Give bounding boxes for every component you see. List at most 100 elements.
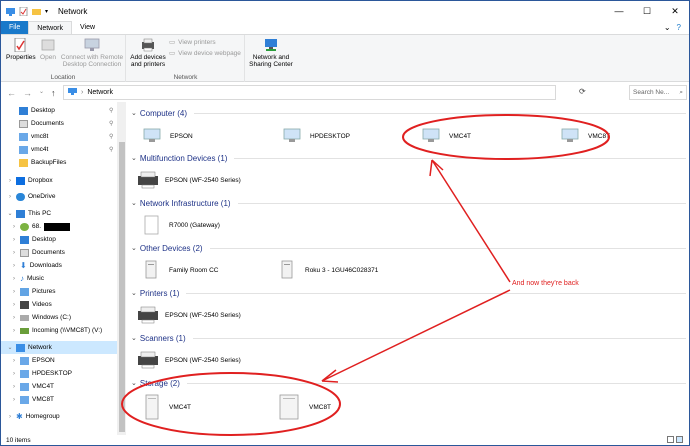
tab-network[interactable]: Network xyxy=(28,21,72,34)
search-input[interactable]: Search Ne... ⌕ xyxy=(629,85,687,100)
view-device-webpage-button[interactable]: ▭ View device webpage xyxy=(169,49,241,58)
nav-homegroup[interactable]: › ✱ Homegroup xyxy=(7,410,60,423)
collapse-icon[interactable]: ⌄ xyxy=(7,210,13,217)
recent-dropdown-icon[interactable]: ⌄ xyxy=(39,88,44,98)
tab-view[interactable]: View xyxy=(72,21,103,34)
ribbon-collapse-icon[interactable]: ⌄ xyxy=(664,23,671,32)
expand-icon[interactable]: › xyxy=(11,276,17,282)
nav-pc-downloads[interactable]: › ⬇ Downloads xyxy=(11,259,62,272)
new-folder-quick-icon[interactable] xyxy=(32,7,41,16)
storage-item-vmc8t[interactable]: VMC8T xyxy=(277,394,331,420)
pin-icon[interactable]: ⚲ xyxy=(109,107,113,114)
tab-file[interactable]: File xyxy=(1,21,29,34)
nav-quick-vmc4t[interactable]: vmc4t xyxy=(19,143,48,156)
collapse-group-icon[interactable]: ⌄ xyxy=(131,379,137,387)
collapse-group-icon[interactable]: ⌄ xyxy=(131,289,137,297)
nav-dropbox[interactable]: › Dropbox xyxy=(7,174,53,187)
expand-icon[interactable]: › xyxy=(11,358,17,364)
nav-pc-windows-c[interactable]: › Windows (C:) xyxy=(11,311,71,324)
collapse-group-icon[interactable]: ⌄ xyxy=(131,244,137,252)
nav-pc-desktop[interactable]: › Desktop xyxy=(11,233,56,246)
properties-button[interactable]: Properties xyxy=(6,37,36,61)
remote-desktop-button[interactable]: Connect with Remote Desktop Connection xyxy=(59,38,125,68)
scanners-item-epson[interactable]: EPSON (WF-2540 Series) xyxy=(137,350,241,370)
other-item-family-room[interactable]: Family Room CC xyxy=(141,260,218,280)
quick-access-dropdown-icon[interactable]: ▾ xyxy=(45,8,48,15)
group-header-computer[interactable]: ⌄ Computer (4) xyxy=(131,107,686,119)
collapse-group-icon[interactable]: ⌄ xyxy=(131,109,137,117)
multifunction-item-epson[interactable]: EPSON (WF-2540 Series) xyxy=(137,170,241,190)
expand-icon[interactable]: › xyxy=(11,328,17,334)
scrollbar-thumb[interactable] xyxy=(119,142,125,432)
maximize-button[interactable]: ☐ xyxy=(633,1,661,21)
expand-icon[interactable]: › xyxy=(11,397,17,403)
group-header-scanners[interactable]: ⌄ Scanners (1) xyxy=(131,332,686,344)
minimize-button[interactable]: — xyxy=(605,1,633,21)
expand-icon[interactable]: › xyxy=(11,315,17,321)
forward-arrow-icon[interactable]: → xyxy=(23,88,32,98)
expand-icon[interactable]: › xyxy=(11,250,17,256)
group-header-multifunction[interactable]: ⌄ Multifunction Devices (1) xyxy=(131,152,686,164)
storage-item-vmc4t[interactable]: VMC4T xyxy=(141,394,191,420)
up-arrow-icon[interactable]: ↑ xyxy=(51,88,56,98)
nav-pc-item[interactable]: › 68. xyxy=(11,220,71,233)
group-header-infrastructure[interactable]: ⌄ Network Infrastructure (1) xyxy=(131,197,686,209)
pin-icon[interactable]: ⚲ xyxy=(109,133,113,140)
collapse-icon[interactable]: ⌄ xyxy=(7,344,13,351)
nav-quick-desktop[interactable]: Desktop xyxy=(19,104,55,117)
nav-pc-incoming[interactable]: › Incoming (\\VMC8T) (V:) xyxy=(11,324,102,337)
collapse-group-icon[interactable]: ⌄ xyxy=(131,334,137,342)
computer-item-vmc4t[interactable]: VMC4T xyxy=(421,126,471,146)
expand-icon[interactable]: › xyxy=(7,194,13,200)
nav-pc-music[interactable]: › ♪ Music xyxy=(11,272,44,285)
printers-item-epson[interactable]: EPSON (WF-2540 Series) xyxy=(137,305,241,325)
expand-icon[interactable]: › xyxy=(11,302,17,308)
nav-pc-videos[interactable]: › Videos xyxy=(11,298,52,311)
collapse-group-icon[interactable]: ⌄ xyxy=(131,154,137,162)
refresh-icon[interactable]: ⟳ xyxy=(579,87,586,96)
expand-icon[interactable]: › xyxy=(11,289,17,295)
add-devices-button[interactable]: Add devices and printers xyxy=(129,38,167,68)
nav-onedrive[interactable]: › OneDrive xyxy=(7,190,55,203)
expand-icon[interactable]: › xyxy=(11,237,17,243)
group-header-printers[interactable]: ⌄ Printers (1) xyxy=(131,287,686,299)
nav-quick-backupfiles[interactable]: BackupFiles xyxy=(19,156,66,169)
nav-pc-pictures[interactable]: › Pictures xyxy=(11,285,55,298)
pin-icon[interactable]: ⚲ xyxy=(109,146,113,153)
nav-pc-documents[interactable]: › Documents xyxy=(11,246,65,259)
address-bar[interactable]: › Network xyxy=(63,85,556,100)
back-arrow-icon[interactable]: ← xyxy=(7,88,16,98)
nav-network-hpdesktop[interactable]: › HPDESKTOP xyxy=(11,367,72,380)
properties-quick-icon[interactable] xyxy=(19,6,28,16)
network-sharing-center-button[interactable]: Network and Sharing Center xyxy=(248,38,294,68)
nav-quick-vmc8t[interactable]: vmc8t xyxy=(19,130,48,143)
help-icon[interactable]: ? xyxy=(677,23,681,32)
nav-network-vmc8t[interactable]: › VMC8T xyxy=(11,393,54,406)
close-button[interactable]: ✕ xyxy=(661,1,689,21)
view-printers-button[interactable]: ▭ View printers xyxy=(169,38,216,47)
details-view-icon[interactable] xyxy=(667,436,674,443)
expand-icon[interactable]: › xyxy=(7,178,13,184)
group-header-storage[interactable]: ⌄ Storage (2) xyxy=(131,377,686,389)
nav-quick-documents[interactable]: Documents xyxy=(19,117,64,130)
group-header-other[interactable]: ⌄ Other Devices (2) xyxy=(131,242,686,254)
nav-network[interactable]: ⌄ Network xyxy=(1,341,117,354)
other-item-roku[interactable]: Roku 3 - 1GU46C028371 xyxy=(277,260,378,280)
nav-scrollbar[interactable] xyxy=(118,102,126,435)
nav-network-vmc4t[interactable]: › VMC4T xyxy=(11,380,54,393)
nav-thispc[interactable]: ⌄ This PC xyxy=(7,207,51,220)
expand-icon[interactable]: › xyxy=(11,263,17,269)
open-button[interactable]: Open xyxy=(37,38,59,61)
nav-network-epson[interactable]: › EPSON xyxy=(11,354,55,367)
expand-icon[interactable]: › xyxy=(11,224,17,230)
collapse-group-icon[interactable]: ⌄ xyxy=(131,199,137,207)
expand-icon[interactable]: › xyxy=(11,371,17,377)
breadcrumb-network[interactable]: Network xyxy=(87,89,113,96)
large-icons-view-icon[interactable] xyxy=(676,436,683,443)
infrastructure-item-r7000[interactable]: R7000 (Gateway) xyxy=(141,215,220,235)
pin-icon[interactable]: ⚲ xyxy=(109,120,113,127)
computer-item-vmc8t[interactable]: VMC8T xyxy=(560,126,610,146)
expand-icon[interactable]: › xyxy=(7,414,13,420)
expand-icon[interactable]: › xyxy=(11,384,17,390)
computer-item-epson[interactable]: EPSON xyxy=(142,126,193,146)
